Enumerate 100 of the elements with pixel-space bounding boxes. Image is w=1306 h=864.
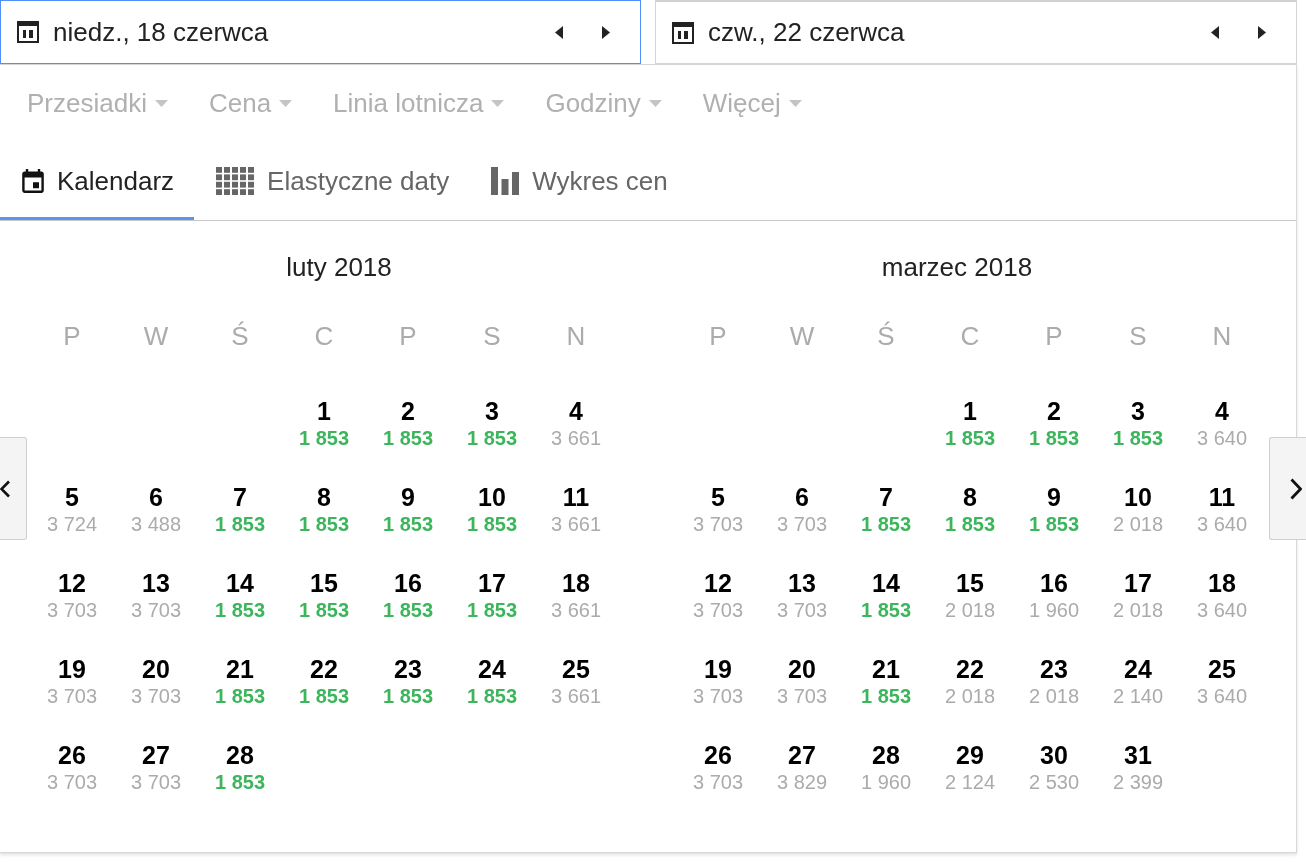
day-number[interactable]: 14 <box>872 570 900 596</box>
day-price: 3 640 <box>1196 686 1248 706</box>
next-month-button[interactable] <box>1269 437 1306 540</box>
day-number[interactable]: 26 <box>704 742 732 768</box>
day-number[interactable]: 8 <box>963 484 977 510</box>
view-tab[interactable]: Kalendarz <box>0 142 195 220</box>
day-price: 3 703 <box>130 772 182 792</box>
day-number[interactable]: 7 <box>879 484 893 510</box>
day-price: 1 853 <box>944 514 996 534</box>
day-number[interactable]: 14 <box>226 570 254 596</box>
view-tab[interactable]: Wykres cen <box>469 142 688 220</box>
previous-month-button[interactable] <box>0 437 27 540</box>
day-number[interactable]: 10 <box>478 484 506 510</box>
day-price: 1 960 <box>860 772 912 792</box>
day-number[interactable]: 15 <box>956 570 984 596</box>
day-number[interactable]: 15 <box>310 570 338 596</box>
date-field[interactable]: niedz., 18 czerwca <box>0 0 641 64</box>
day-number[interactable]: 1 <box>963 398 977 424</box>
day-number[interactable]: 11 <box>1208 484 1236 510</box>
day-number[interactable]: 18 <box>562 570 590 596</box>
day-number[interactable]: 29 <box>956 742 984 768</box>
day-number[interactable]: 16 <box>1040 570 1068 596</box>
day-number[interactable]: 3 <box>485 398 499 424</box>
day-number[interactable]: 20 <box>142 656 170 682</box>
day-price: 1 853 <box>860 514 912 534</box>
day-number[interactable]: 4 <box>1215 398 1229 424</box>
weekday-label: C <box>960 321 980 351</box>
calendar-icon <box>22 169 44 193</box>
day-number[interactable]: 12 <box>704 570 732 596</box>
day-number[interactable]: 16 <box>394 570 422 596</box>
day-price: 1 853 <box>382 686 434 706</box>
day-price: 1 853 <box>860 600 912 620</box>
day-price: 1 853 <box>382 514 434 534</box>
day-number[interactable]: 26 <box>58 742 86 768</box>
day-price: 1 853 <box>1028 428 1080 448</box>
day-number[interactable]: 5 <box>65 484 79 510</box>
day-number[interactable]: 17 <box>478 570 506 596</box>
day-number[interactable]: 13 <box>142 570 170 596</box>
day-price: 3 703 <box>130 686 182 706</box>
day-number[interactable]: 10 <box>1124 484 1152 510</box>
day-number[interactable]: 25 <box>1208 656 1236 682</box>
weekday-label: N <box>1212 321 1232 351</box>
day-price: 1 853 <box>382 600 434 620</box>
grid-icon <box>216 167 255 195</box>
day-price: 2 018 <box>1028 686 1080 706</box>
day-price: 3 661 <box>550 686 602 706</box>
day-number[interactable]: 24 <box>1124 656 1152 682</box>
day-number[interactable]: 19 <box>58 656 86 682</box>
day-price: 1 853 <box>1028 514 1080 534</box>
day-number[interactable]: 27 <box>788 742 816 768</box>
day-number[interactable]: 1 <box>317 398 331 424</box>
caret-down-icon <box>788 100 802 107</box>
day-price: 3 661 <box>550 428 602 448</box>
weekday-label: S <box>483 321 501 351</box>
day-number[interactable]: 3 <box>1131 398 1145 424</box>
day-number[interactable]: 2 <box>1047 398 1061 424</box>
day-number[interactable]: 5 <box>711 484 725 510</box>
day-number[interactable]: 23 <box>1040 656 1068 682</box>
day-number[interactable]: 30 <box>1040 742 1068 768</box>
day-number[interactable]: 2 <box>401 398 415 424</box>
day-number[interactable]: 27 <box>142 742 170 768</box>
day-number[interactable]: 28 <box>226 742 254 768</box>
day-number[interactable]: 23 <box>394 656 422 682</box>
day-number[interactable]: 24 <box>478 656 506 682</box>
day-number[interactable]: 6 <box>149 484 163 510</box>
day-number[interactable]: 22 <box>310 656 338 682</box>
day-number[interactable]: 11 <box>562 484 590 510</box>
day-number[interactable]: 18 <box>1208 570 1236 596</box>
caret-down-icon <box>279 100 293 107</box>
day-number[interactable]: 22 <box>956 656 984 682</box>
day-price: 2 399 <box>1112 772 1164 792</box>
caret-right-icon <box>602 25 610 39</box>
weekday-label: W <box>143 321 169 351</box>
day-number[interactable]: 6 <box>795 484 809 510</box>
date-field[interactable]: czw., 22 czerwca <box>655 0 1297 64</box>
day-price: 1 853 <box>298 428 350 448</box>
day-number[interactable]: 13 <box>788 570 816 596</box>
day-number[interactable]: 25 <box>562 656 590 682</box>
day-number[interactable]: 21 <box>226 656 254 682</box>
day-price: 1 853 <box>466 428 518 448</box>
day-price: 1 960 <box>1028 600 1080 620</box>
chevron-right-icon <box>1290 477 1302 500</box>
day-number[interactable]: 9 <box>401 484 415 510</box>
day-number[interactable]: 17 <box>1124 570 1152 596</box>
caret-down-icon <box>648 100 662 107</box>
day-number[interactable]: 31 <box>1124 742 1152 768</box>
view-tab[interactable]: Elastyczne daty <box>194 142 470 220</box>
day-number[interactable]: 28 <box>872 742 900 768</box>
day-number[interactable]: 19 <box>704 656 732 682</box>
date-text[interactable]: niedz., 18 czerwca <box>53 16 545 48</box>
day-number[interactable]: 20 <box>788 656 816 682</box>
weekday-label: N <box>566 321 586 351</box>
day-number[interactable]: 12 <box>58 570 86 596</box>
day-price: 1 853 <box>466 514 518 534</box>
day-number[interactable]: 7 <box>233 484 247 510</box>
day-number[interactable]: 8 <box>317 484 331 510</box>
day-number[interactable]: 9 <box>1047 484 1061 510</box>
date-text[interactable]: czw., 22 czerwca <box>708 17 1201 48</box>
day-number[interactable]: 21 <box>872 656 900 682</box>
day-number[interactable]: 4 <box>569 398 583 424</box>
